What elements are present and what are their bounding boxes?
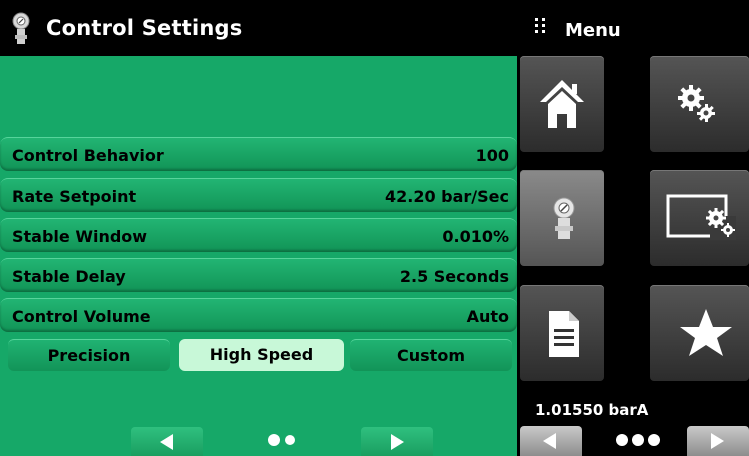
controller-icon <box>12 12 30 44</box>
mode-button-high-speed[interactable]: High Speed <box>179 339 344 371</box>
setting-row-stable-delay[interactable]: Stable Delay 2.5 Seconds <box>0 258 517 292</box>
home-icon <box>540 80 584 128</box>
mode-button-precision[interactable]: Precision <box>8 339 170 371</box>
menu-next-button[interactable] <box>687 426 749 456</box>
next-page-button[interactable] <box>361 427 433 456</box>
settings-gears-icon <box>678 85 715 122</box>
home-button[interactable] <box>520 56 604 152</box>
arrow-left-icon <box>543 433 556 449</box>
menu-prev-button[interactable] <box>520 426 582 456</box>
menu-page-indicator <box>616 434 660 446</box>
setting-label: Stable Delay <box>12 267 126 286</box>
menu-label: Menu <box>565 20 621 41</box>
arrow-right-icon <box>391 434 404 450</box>
document-icon <box>549 311 579 357</box>
setting-row-rate-setpoint[interactable]: Rate Setpoint 42.20 bar/Sec <box>0 178 517 212</box>
page-indicator <box>268 434 295 446</box>
controller-button[interactable] <box>520 170 604 266</box>
setting-label: Stable Window <box>12 227 148 246</box>
arrow-right-icon <box>711 433 724 449</box>
setting-value: 42.20 bar/Sec <box>384 187 509 206</box>
display-settings-button[interactable] <box>650 170 749 266</box>
favorites-star-icon <box>680 309 732 356</box>
mode-button-custom[interactable]: Custom <box>350 339 512 371</box>
arrow-left-icon <box>160 434 173 450</box>
setting-value: 0.010% <box>442 227 509 246</box>
setting-value: 2.5 Seconds <box>399 267 509 286</box>
pressure-reading: 1.01550 barA <box>535 401 649 419</box>
page-title: Control Settings <box>46 16 243 40</box>
controller-icon <box>553 197 575 239</box>
setting-value: Auto <box>466 307 509 326</box>
setting-row-control-volume[interactable]: Control Volume Auto <box>0 298 517 332</box>
setting-label: Control Volume <box>12 307 151 326</box>
favorites-button[interactable] <box>650 285 749 381</box>
setting-value: 100 <box>475 146 509 165</box>
title-bar: Control Settings <box>0 0 517 58</box>
setting-row-stable-window[interactable]: Stable Window 0.010% <box>0 218 517 252</box>
settings-button[interactable] <box>650 56 749 152</box>
grip-icon <box>535 18 545 33</box>
setting-label: Rate Setpoint <box>12 187 137 206</box>
menu-header[interactable]: Menu <box>517 0 749 58</box>
setting-row-control-behavior[interactable]: Control Behavior 100 <box>0 137 517 171</box>
document-button[interactable] <box>520 285 604 381</box>
setting-label: Control Behavior <box>12 146 164 165</box>
display-settings-icon <box>666 194 736 240</box>
settings-panel <box>0 56 517 456</box>
prev-page-button[interactable] <box>131 427 203 456</box>
